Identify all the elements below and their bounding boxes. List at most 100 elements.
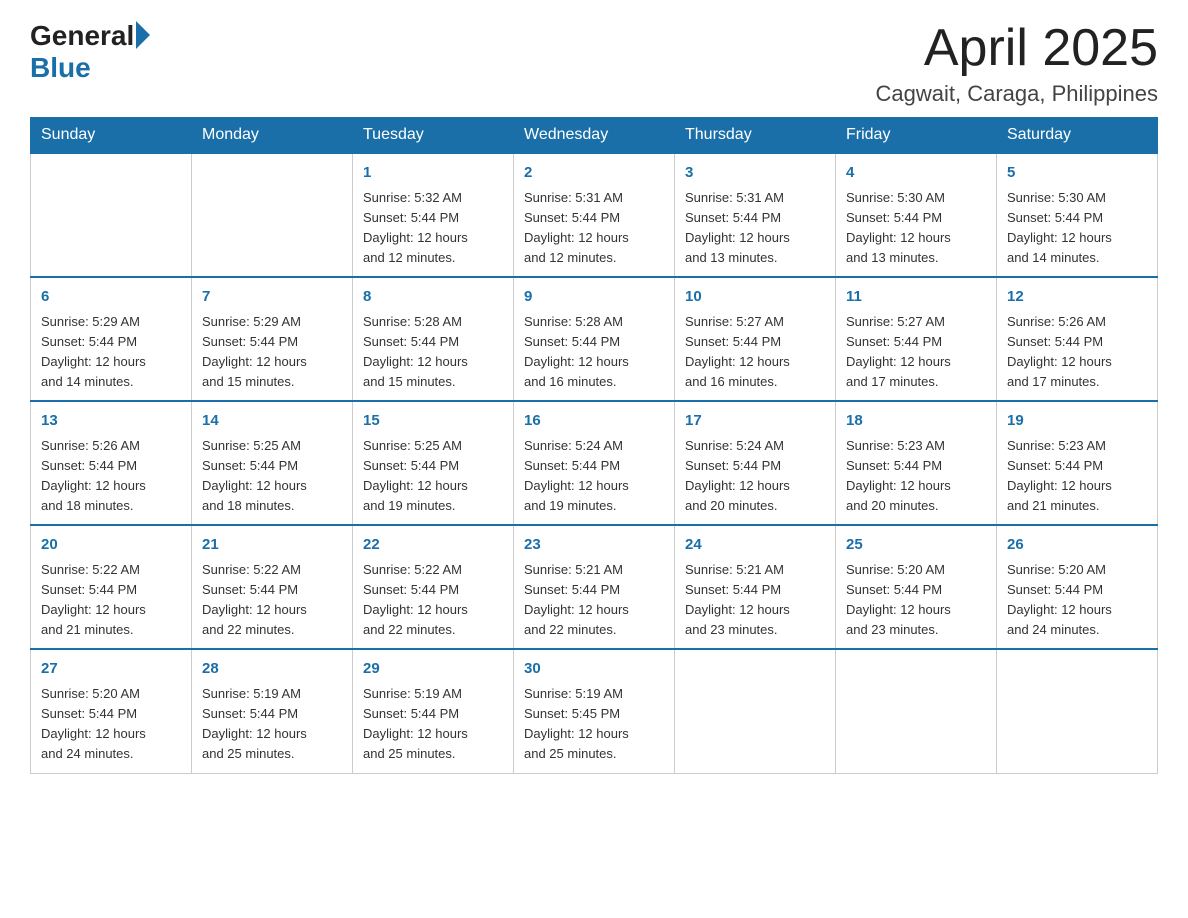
day-number: 7 [202, 286, 342, 309]
day-number: 5 [1007, 162, 1147, 185]
day-info: Daylight: 12 hours [1007, 600, 1147, 620]
day-number: 22 [363, 534, 503, 557]
day-info: Sunrise: 5:22 AM [41, 560, 181, 580]
day-info: Daylight: 12 hours [202, 476, 342, 496]
day-info: Sunset: 5:44 PM [524, 580, 664, 600]
day-info: Sunset: 5:44 PM [363, 208, 503, 228]
day-number: 16 [524, 410, 664, 433]
logo: General Blue [30, 20, 150, 84]
day-info: Daylight: 12 hours [41, 352, 181, 372]
day-info: and 14 minutes. [41, 372, 181, 392]
calendar-cell: 26Sunrise: 5:20 AMSunset: 5:44 PMDayligh… [997, 525, 1158, 649]
day-number: 9 [524, 286, 664, 309]
calendar-cell: 28Sunrise: 5:19 AMSunset: 5:44 PMDayligh… [192, 649, 353, 773]
calendar-cell: 24Sunrise: 5:21 AMSunset: 5:44 PMDayligh… [675, 525, 836, 649]
day-info: Sunrise: 5:25 AM [202, 436, 342, 456]
calendar-header-saturday: Saturday [997, 118, 1158, 154]
day-info: Sunset: 5:44 PM [363, 704, 503, 724]
day-number: 19 [1007, 410, 1147, 433]
day-info: Daylight: 12 hours [41, 600, 181, 620]
day-info: Sunrise: 5:29 AM [202, 312, 342, 332]
day-info: and 12 minutes. [524, 248, 664, 268]
day-info: Sunrise: 5:20 AM [846, 560, 986, 580]
day-info: and 22 minutes. [524, 620, 664, 640]
day-info: and 22 minutes. [363, 620, 503, 640]
day-info: Sunset: 5:44 PM [524, 208, 664, 228]
day-info: and 18 minutes. [41, 496, 181, 516]
day-info: Sunrise: 5:21 AM [685, 560, 825, 580]
logo-arrow-icon [136, 21, 150, 49]
day-info: Sunset: 5:44 PM [202, 332, 342, 352]
day-number: 20 [41, 534, 181, 557]
day-info: Daylight: 12 hours [41, 724, 181, 744]
calendar-header-wednesday: Wednesday [514, 118, 675, 154]
calendar-cell: 29Sunrise: 5:19 AMSunset: 5:44 PMDayligh… [353, 649, 514, 773]
day-info: Sunset: 5:44 PM [1007, 456, 1147, 476]
day-info: and 24 minutes. [1007, 620, 1147, 640]
day-number: 11 [846, 286, 986, 309]
day-info: Sunrise: 5:23 AM [1007, 436, 1147, 456]
calendar-cell: 21Sunrise: 5:22 AMSunset: 5:44 PMDayligh… [192, 525, 353, 649]
day-number: 26 [1007, 534, 1147, 557]
day-info: Sunset: 5:44 PM [685, 580, 825, 600]
day-number: 12 [1007, 286, 1147, 309]
day-number: 30 [524, 658, 664, 681]
day-info: Sunset: 5:44 PM [685, 208, 825, 228]
day-info: Daylight: 12 hours [685, 228, 825, 248]
calendar-cell: 7Sunrise: 5:29 AMSunset: 5:44 PMDaylight… [192, 277, 353, 401]
day-info: Sunrise: 5:31 AM [524, 188, 664, 208]
week-row-4: 20 Sunrise: 5:22 AM Sunset: 5:44 PM Dayligh… [31, 525, 1158, 649]
day-info: Sunrise: 5:25 AM [363, 436, 503, 456]
week-row-3: 13Sunrise: 5:26 AMSunset: 5:44 PMDayligh… [31, 401, 1158, 525]
day-info: Sunrise: 5:20 AM [1007, 560, 1147, 580]
day-info: Sunset: 5:44 PM [363, 456, 503, 476]
day-info: Daylight: 12 hours [363, 724, 503, 744]
calendar-table: SundayMondayTuesdayWednesdayThursdayFrid… [30, 117, 1158, 773]
day-info: and 14 minutes. [1007, 248, 1147, 268]
day-number: 27 [41, 658, 181, 681]
day-info: and 20 minutes. [685, 496, 825, 516]
day-number: 3 [685, 162, 825, 185]
day-info: Sunrise: 5:27 AM [846, 312, 986, 332]
calendar-header-monday: Monday [192, 118, 353, 154]
calendar-cell: 11Sunrise: 5:27 AMSunset: 5:44 PMDayligh… [836, 277, 997, 401]
calendar-cell: 27Sunrise: 5:20 AMSunset: 5:44 PMDayligh… [31, 649, 192, 773]
day-info: and 25 minutes. [524, 744, 664, 764]
calendar-cell: 4Sunrise: 5:30 AMSunset: 5:44 PMDaylight… [836, 153, 997, 277]
day-info: and 16 minutes. [524, 372, 664, 392]
day-info: Sunset: 5:44 PM [846, 456, 986, 476]
calendar-header-thursday: Thursday [675, 118, 836, 154]
day-info: and 16 minutes. [685, 372, 825, 392]
calendar-cell [675, 649, 836, 773]
day-number: 21 [202, 534, 342, 557]
day-info: Sunset: 5:44 PM [41, 704, 181, 724]
day-info: Sunrise: 5:21 AM [524, 560, 664, 580]
day-info: Daylight: 12 hours [363, 228, 503, 248]
day-info: Sunrise: 5:19 AM [524, 684, 664, 704]
day-number: 1 [363, 162, 503, 185]
day-info: Sunrise: 5:28 AM [363, 312, 503, 332]
calendar-cell [31, 153, 192, 277]
day-info: Daylight: 12 hours [1007, 228, 1147, 248]
calendar-cell: 23Sunrise: 5:21 AMSunset: 5:44 PMDayligh… [514, 525, 675, 649]
day-info: and 12 minutes. [363, 248, 503, 268]
calendar-cell: 30Sunrise: 5:19 AMSunset: 5:45 PMDayligh… [514, 649, 675, 773]
week-row-5: 27Sunrise: 5:20 AMSunset: 5:44 PMDayligh… [31, 649, 1158, 773]
day-info: Sunset: 5:44 PM [41, 332, 181, 352]
day-info: Sunrise: 5:30 AM [846, 188, 986, 208]
day-info: Sunrise: 5:24 AM [685, 436, 825, 456]
day-info: and 15 minutes. [202, 372, 342, 392]
calendar-header-friday: Friday [836, 118, 997, 154]
day-info: and 23 minutes. [685, 620, 825, 640]
calendar-cell: 22Sunrise: 5:22 AMSunset: 5:44 PMDayligh… [353, 525, 514, 649]
day-number: 17 [685, 410, 825, 433]
day-info: Sunset: 5:44 PM [202, 704, 342, 724]
day-number: 24 [685, 534, 825, 557]
day-info: Daylight: 12 hours [1007, 352, 1147, 372]
day-info: Sunset: 5:44 PM [363, 580, 503, 600]
day-info: Sunrise: 5:26 AM [41, 436, 181, 456]
day-info: Sunset: 5:44 PM [1007, 208, 1147, 228]
day-info: and 23 minutes. [846, 620, 986, 640]
calendar-header-row: SundayMondayTuesdayWednesdayThursdayFrid… [31, 118, 1158, 154]
day-info: Sunset: 5:44 PM [41, 456, 181, 476]
